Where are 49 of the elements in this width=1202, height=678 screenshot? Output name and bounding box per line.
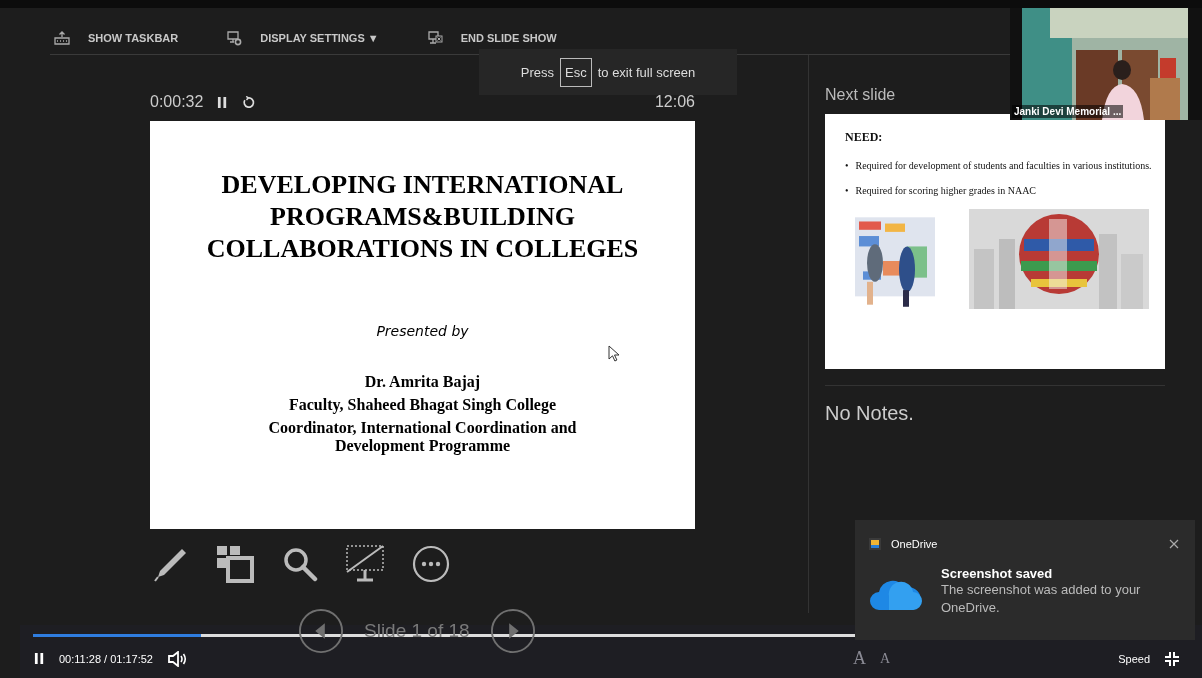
slide-title: PROGRAMS&BUILDING (269, 201, 576, 233)
author-line: Dr. Amrita Bajaj (363, 373, 482, 391)
next-slide-label: Next slide (825, 86, 897, 105)
font-size-button[interactable]: A (853, 648, 867, 669)
pen-icon[interactable] (152, 546, 188, 582)
esc-key: Esc (560, 57, 592, 87)
close-icon[interactable] (1169, 539, 1179, 549)
author-line: Faculty, Shaheed Bhagat Singh College (287, 396, 558, 414)
monitor-gear-icon (226, 30, 243, 46)
bullet-marker: • (845, 159, 849, 172)
more-icon[interactable] (412, 545, 450, 583)
cursor-icon (608, 345, 620, 362)
bullet-text: Required for development of students and faculties in various institutions. (855, 159, 1152, 172)
font-size-button[interactable]: A (880, 650, 891, 667)
monitor-close-icon (426, 30, 443, 46)
notes-text: No Notes. (825, 385, 1165, 425)
exit-fullscreen-icon[interactable] (1164, 650, 1180, 667)
cloud-icon (869, 578, 923, 612)
elapsed-time: 0:00:32 (150, 93, 204, 111)
screen-icon[interactable] (346, 545, 384, 583)
bullet-text: Required for scoring higher grades in NAAC (855, 184, 1037, 197)
app-name: OneDrive (891, 538, 938, 550)
app-icon (869, 538, 881, 550)
toolbar-button[interactable]: END SLIDE SHOW (426, 30, 557, 46)
search-icon[interactable] (282, 546, 318, 582)
taskbar-icon (54, 31, 70, 45)
pause-icon[interactable] (34, 652, 45, 665)
hint-text: to exit full screen (597, 64, 696, 80)
presented-by-text: Presented by (375, 323, 470, 339)
pause-icon[interactable] (217, 95, 229, 109)
participant-name: Janki Devi Memorial ... (1012, 105, 1124, 118)
toolbar-button[interactable]: DISPLAY SETTINGS ▼ (226, 30, 379, 46)
slide-grid-icon[interactable] (216, 545, 254, 583)
next-slide-button[interactable] (489, 608, 536, 654)
previous-slide-button[interactable] (298, 608, 344, 654)
volume-icon[interactable] (167, 650, 187, 667)
notification-title: Screenshot saved (941, 566, 1054, 581)
toolbar-button[interactable]: SHOW TASKBAR (54, 31, 179, 45)
playback-time: 00:11:28 / 01:17:52 (59, 652, 153, 665)
speed-button[interactable]: Speed (1118, 652, 1150, 665)
slide-title: COLLABORATIONS IN COLLEGES (205, 233, 640, 265)
hint-text: Press (520, 64, 554, 80)
slide-heading: NEED: (845, 130, 884, 145)
reset-icon[interactable] (242, 95, 256, 109)
slide-title: DEVELOPING INTERNATIONAL (220, 169, 625, 201)
bullet-marker: • (845, 184, 849, 197)
clock-time: 12:06 (654, 93, 695, 111)
notification-message: The screenshot was added to your OneDrive. (941, 581, 1142, 617)
author-line: Coordinator, International Coordination and Development Programme (267, 419, 578, 455)
